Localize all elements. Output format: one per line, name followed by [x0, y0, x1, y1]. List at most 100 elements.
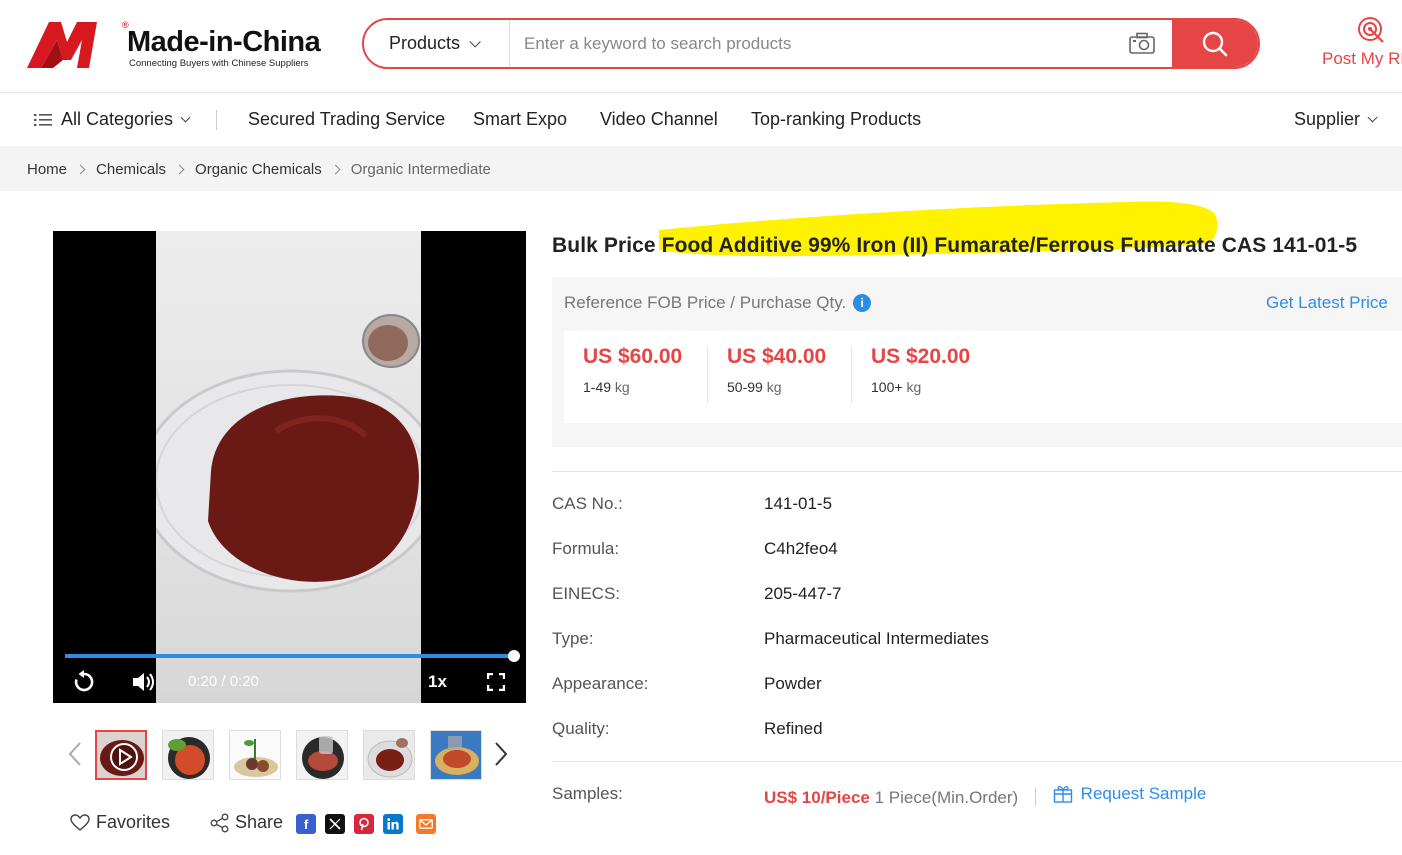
price-box: Reference FOB Price / Purchase Qty. i Ge…: [552, 277, 1402, 447]
info-icon[interactable]: i: [853, 294, 872, 312]
product-title: Bulk Price Food Additive 99% Iron (II) F…: [552, 234, 1358, 257]
search-button[interactable]: [1172, 20, 1258, 67]
chevron-down-icon: [180, 112, 191, 123]
fullscreen-icon[interactable]: [486, 672, 506, 696]
volume-icon[interactable]: [132, 671, 156, 698]
tier-qty-range: 1-49: [583, 379, 612, 395]
search-bar: Products: [362, 18, 1260, 69]
site-header: ® Made-in-China Connecting Buyers with C…: [0, 0, 1402, 93]
spec-value: Powder: [764, 674, 822, 693]
video-progress-bar[interactable]: [65, 650, 520, 662]
breadcrumb: Home Chemicals Organic Chemicals Organic…: [0, 147, 1402, 191]
search-category-dropdown[interactable]: Products: [364, 20, 510, 67]
price-tiers: US $60.00 1-49 kg US $40.00 50-99 kg US …: [564, 331, 1402, 423]
request-sample-link[interactable]: Request Sample: [1053, 784, 1207, 804]
product-video-player[interactable]: 0:20 / 0:20 1x: [53, 231, 526, 703]
tier-price: US $40.00: [727, 345, 827, 368]
thumbnail-image[interactable]: [430, 730, 482, 780]
thumbnail-image[interactable]: [229, 730, 281, 780]
spec-row-appearance: Appearance: Powder: [552, 674, 1402, 698]
nav-divider: [216, 110, 217, 130]
post-rfq-link[interactable]: Post My RFQ: [1312, 14, 1402, 74]
breadcrumb-home[interactable]: Home: [27, 161, 67, 178]
product-title-area: Bulk Price Food Additive 99% Iron (II) F…: [552, 201, 1402, 262]
logo-m-icon: [27, 22, 97, 68]
sample-price: US$ 10/Piece: [764, 788, 870, 807]
breadcrumb-organic-chemicals[interactable]: Organic Chemicals: [195, 161, 322, 178]
price-header: Reference FOB Price / Purchase Qty. i: [564, 293, 872, 313]
nav-top-ranking[interactable]: Top-ranking Products: [751, 109, 921, 130]
logo-tagline: Connecting Buyers with Chinese Suppliers: [129, 58, 309, 69]
spec-key: Formula:: [552, 539, 620, 558]
video-speed-button[interactable]: 1x: [428, 672, 447, 692]
camera-search-icon[interactable]: [1129, 32, 1155, 54]
video-still-powder-dish: [139, 314, 443, 593]
tier-qty-unit: kg: [766, 379, 782, 395]
divider: [552, 761, 1402, 762]
video-progress-knob[interactable]: [508, 650, 520, 662]
nav-smart-expo[interactable]: Smart Expo: [473, 109, 567, 130]
samples-value: US$ 10/Piece 1 Piece(Min.Order) Request …: [764, 784, 1206, 808]
gift-box-icon: [1053, 786, 1072, 803]
chevron-down-icon: [1367, 112, 1378, 123]
tier-qty: 1-49 kg: [583, 379, 723, 395]
share-label: Share: [235, 812, 284, 832]
video-progress-fill: [65, 654, 514, 658]
spec-key: Quality:: [552, 719, 610, 738]
logo-wordmark: Made-in-China: [127, 26, 321, 58]
all-categories-menu[interactable]: All Categories: [34, 109, 191, 130]
chevron-down-icon: [469, 35, 481, 48]
search-input[interactable]: [511, 20, 1127, 67]
tier-qty-unit: kg: [614, 379, 630, 395]
thumbnail-image[interactable]: [296, 730, 348, 780]
thumb-prev-arrow-icon[interactable]: [68, 741, 82, 767]
main-nav: All Categories Secured Trading Service S…: [0, 94, 1402, 146]
thumbnail-video[interactable]: [95, 730, 147, 780]
price-header-label: Reference FOB Price / Purchase Qty.: [564, 293, 847, 312]
thumbnail-strip: [60, 728, 520, 782]
request-sample-label: Request Sample: [1080, 784, 1207, 803]
tier-divider: [851, 347, 852, 403]
tier-qty-range: 50-99: [727, 379, 763, 395]
spec-value: C4h2feo4: [764, 539, 838, 558]
spec-row-cas: CAS No.: 141-01-5: [552, 494, 1402, 518]
site-logo[interactable]: ® Made-in-China Connecting Buyers with C…: [27, 20, 321, 72]
divider: [1034, 788, 1036, 806]
nav-video-channel[interactable]: Video Channel: [600, 109, 718, 130]
facebook-icon[interactable]: f: [296, 814, 316, 834]
pinterest-icon[interactable]: [354, 814, 374, 834]
email-icon[interactable]: [416, 814, 436, 834]
get-latest-price-link[interactable]: Get Latest Price: [1266, 293, 1388, 313]
all-categories-label: All Categories: [61, 109, 174, 129]
sample-min-order: 1 Piece(Min.Order): [874, 788, 1019, 807]
linkedin-icon[interactable]: [383, 814, 403, 834]
spec-row-type: Type: Pharmaceutical Intermediates: [552, 629, 1402, 653]
spec-key: Samples:: [552, 784, 623, 803]
thumbnail-image[interactable]: [363, 730, 415, 780]
spec-value: Refined: [764, 719, 823, 738]
tier-divider: [707, 347, 708, 403]
tier-price: US $20.00: [871, 345, 971, 368]
supplier-menu[interactable]: Supplier: [1294, 109, 1378, 130]
target-icon: [1358, 17, 1384, 43]
list-menu-icon: [34, 113, 52, 126]
tier-qty-range: 100+: [871, 379, 903, 395]
chevron-right-icon: [75, 164, 86, 174]
thumbnail-image[interactable]: [162, 730, 214, 780]
breadcrumb-chemicals[interactable]: Chemicals: [96, 161, 166, 178]
price-tier: US $20.00 100+ kg: [871, 345, 1011, 405]
share-button[interactable]: Share: [210, 812, 283, 833]
nav-secured-trading[interactable]: Secured Trading Service: [248, 109, 445, 130]
favorites-button[interactable]: Favorites: [70, 812, 170, 833]
post-rfq-label: Post My RFQ: [1322, 49, 1402, 68]
favorites-label: Favorites: [96, 812, 171, 832]
x-twitter-icon[interactable]: [325, 814, 345, 834]
replay-icon[interactable]: [72, 670, 96, 699]
video-time: 0:20 / 0:20: [188, 673, 259, 690]
spec-value: 141-01-5: [764, 494, 833, 513]
thumb-next-arrow-icon[interactable]: [494, 741, 508, 767]
tier-price: US $60.00: [583, 345, 683, 368]
price-tier: US $40.00 50-99 kg: [727, 345, 867, 405]
spec-row-quality: Quality: Refined: [552, 719, 1402, 743]
spec-row-samples: Samples: US$ 10/Piece 1 Piece(Min.Order)…: [552, 784, 1402, 808]
